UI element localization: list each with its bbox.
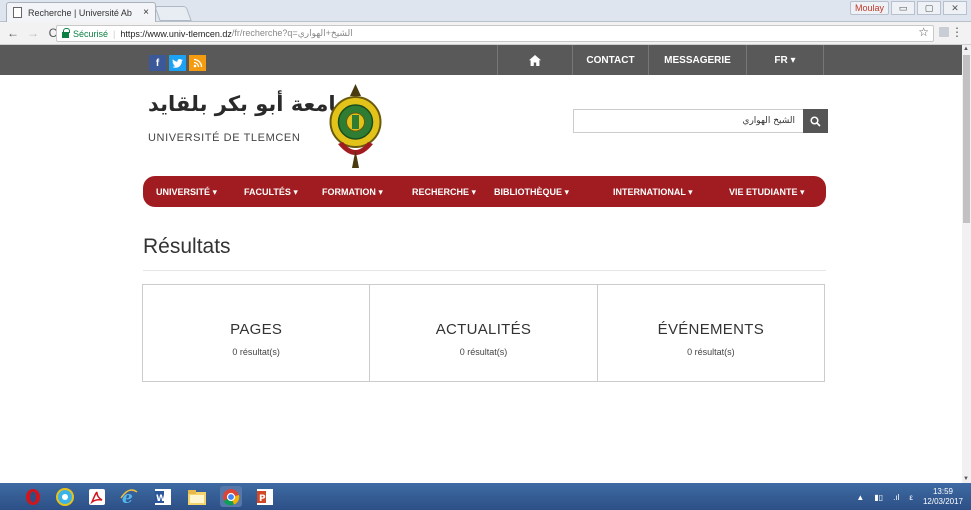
clock-time: 13:59 [932,487,953,496]
new-tab-button[interactable] [154,6,192,21]
scroll-up-icon[interactable]: ▲ [963,46,969,52]
powerpoint-icon[interactable]: P [254,486,276,507]
address-bar[interactable]: Sécurisé | https://www.univ-tlemcen.dz /… [56,25,934,42]
svg-text:W: W [156,494,166,504]
page-scrollbar[interactable]: ▲ ▼ [962,45,971,483]
minimize-button[interactable]: ▭ [891,1,915,15]
signal-icon[interactable]: .ıl [893,493,899,502]
logo-arabic-text[interactable]: جامعة أبو بكر بلقايد [148,92,351,116]
bookmark-star-icon[interactable]: ☆ [918,25,929,39]
nav-facultes[interactable]: FACULTÉS ▾ [244,187,298,198]
browser-tab[interactable]: Recherche | Université Ab × [6,2,156,22]
forward-icon[interactable]: → [26,26,40,40]
back-icon[interactable]: ← [6,26,20,40]
result-count: 0 résultat(s) [687,347,735,357]
url-path: /fr/recherche?q=الشيخ+الهواري [231,28,353,38]
logo-french-text[interactable]: UNIVERSITÉ DE TLEMCEN [148,132,300,144]
main-navigation: UNIVERSITÉ ▾ FACULTÉS ▾ FORMATION ▾ RECH… [143,176,826,207]
result-card-evenements[interactable]: ÉVÉNEMENTS 0 résultat(s) [596,284,825,382]
close-window-button[interactable]: ✕ [943,1,967,15]
maximize-button[interactable]: ▢ [917,1,941,15]
search-input[interactable] [573,109,804,133]
rss-icon[interactable] [189,55,206,71]
page-title: Résultats [143,235,231,258]
nav-bibliotheque[interactable]: BIBLIOTHÈQUE ▾ [494,187,569,198]
system-clock[interactable]: 13:59 12/03/2017 [923,487,963,507]
result-count: 0 résultat(s) [459,347,508,357]
browser-menu-icon[interactable]: ⋮ [951,25,963,39]
nav-formation[interactable]: FORMATION ▾ [322,187,383,198]
tab-title: Recherche | Université Ab [28,7,132,18]
nav-international[interactable]: INTERNATIONAL ▾ [613,187,693,198]
result-card-actualites[interactable]: ACTUALITÉS 0 résultat(s) [369,284,598,382]
browser-tabstrip: Recherche | Université Ab × Moulay ▭ ▢ ✕ [0,0,971,22]
nav-universite[interactable]: UNIVERSITÉ ▾ [156,187,217,198]
scrollbar-thumb[interactable] [963,55,970,223]
result-count: 0 résultat(s) [232,347,280,357]
results-grid: PAGES 0 résultat(s) ACTUALITÉS 0 résulta… [142,284,825,382]
messagerie-link[interactable]: MESSAGERIE [648,45,746,75]
keyboard-language[interactable]: ε [909,493,913,502]
home-icon[interactable] [497,45,572,75]
university-emblem-logo[interactable] [328,82,383,170]
url-host: https://www.univ-tlemcen.dz [120,28,232,39]
result-heading: PAGES [230,321,283,338]
nav-vie-etudiante[interactable]: VIE ETUDIANTE ▾ [729,187,805,198]
result-heading: ÉVÉNEMENTS [657,321,764,338]
page-icon [13,7,22,18]
word-icon[interactable]: W [152,486,174,507]
system-tray: ▲ ▮▯ .ıl ε 13:59 12/03/2017 [856,487,963,507]
opera-icon[interactable] [22,486,44,507]
window-controls: Moulay ▭ ▢ ✕ [849,1,967,15]
address-toolbar: ← → C Sécurisé | https://www.univ-tlemce… [0,22,971,45]
twitter-icon[interactable] [169,55,186,71]
windows-taskbar: e W P ▲ ▮▯ .ıl ε 13:59 12/03/2017 [0,483,971,510]
social-links: f [149,55,206,71]
search-icon [810,115,821,127]
chrome-icon[interactable] [220,486,242,507]
address-separator: | [113,28,116,39]
result-heading: ACTUALITÉS [435,321,532,338]
lock-icon [62,27,70,38]
search-button[interactable] [803,109,828,133]
app-disc-icon[interactable] [54,486,76,507]
tray-arrow-icon[interactable]: ▲ [856,493,864,502]
internet-explorer-icon[interactable]: e [118,486,140,507]
profile-button[interactable]: Moulay [849,1,889,15]
contact-link[interactable]: CONTACT [572,45,648,75]
tab-close-icon[interactable]: × [143,7,149,18]
top-navigation: CONTACT MESSAGERIE FR ▾ [497,45,824,75]
acrobat-icon[interactable] [86,486,108,507]
language-selector[interactable]: FR ▾ [746,45,824,75]
clock-date: 12/03/2017 [922,497,963,506]
title-divider [143,270,826,271]
result-card-pages[interactable]: PAGES 0 résultat(s) [142,284,371,382]
facebook-icon[interactable]: f [149,55,166,71]
site-topbar: f CONTACT MESSAGERIE FR ▾ [0,45,962,75]
network-icon[interactable]: ▮▯ [874,493,883,502]
svg-text:P: P [259,494,266,504]
scroll-down-icon[interactable]: ▼ [963,476,969,482]
nav-recherche[interactable]: RECHERCHE ▾ [412,187,476,198]
file-explorer-icon[interactable] [186,486,208,507]
secure-label: Sécurisé [73,28,109,39]
extension-icon[interactable] [939,27,949,37]
